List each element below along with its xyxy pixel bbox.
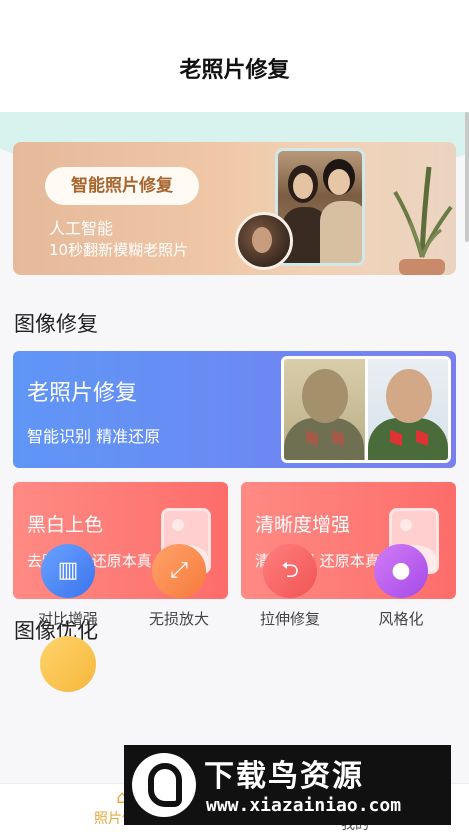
opt-contrast-label: 对比增强 — [37, 610, 98, 628]
watermark-logo-icon — [132, 753, 196, 817]
old-photo-subtitle: 智能识别 精准还原 — [27, 427, 161, 446]
enlarge-icon: ⤢ — [152, 544, 206, 598]
style-icon: ● — [374, 544, 428, 598]
opt-stretch[interactable]: ⮌ 拉伸修复 — [235, 544, 345, 629]
contrast-icon: ▥ — [41, 544, 95, 598]
banner-line-1: 人工智能 — [49, 219, 114, 238]
opt-style-label: 风格化 — [378, 610, 424, 628]
watermark-overlay: 下载鸟资源 www.xiazainiao.com — [124, 745, 451, 825]
opt-style[interactable]: ● 风格化 — [346, 544, 456, 629]
promo-banner[interactable]: 智能照片修复 人工智能 10秒翻新模糊老照片 — [13, 142, 456, 275]
watermark-url: www.xiazainiao.com — [206, 795, 402, 816]
clarity-title: 清晰度增强 — [255, 514, 351, 536]
page-title: 老照片修复 — [179, 58, 290, 83]
banner-line-2: 10秒翻新模糊老照片 — [49, 241, 189, 259]
colorize-title: 黑白上色 — [27, 514, 104, 536]
opt-enlarge-label: 无损放大 — [148, 610, 209, 628]
section-title-repair: 图像修复 — [14, 312, 98, 336]
star-feature-icon[interactable] — [40, 636, 96, 692]
banner-pill: 智能照片修复 — [45, 167, 199, 205]
stretch-icon: ⮌ — [263, 544, 317, 598]
main-content[interactable]: 智能照片修复 人工智能 10秒翻新模糊老照片 图像修复 老照片修复 智能识别 精… — [0, 112, 469, 835]
before-after-image — [281, 356, 451, 463]
old-photo-title: 老照片修复 — [27, 381, 138, 406]
opt-enlarge[interactable]: ⤢ 无损放大 — [124, 544, 234, 629]
opt-contrast[interactable]: ▥ 对比增强 — [13, 544, 123, 629]
plant-decoration — [393, 166, 453, 275]
app-header: 老照片修复 — [0, 0, 469, 112]
old-photo-repair-card[interactable]: 老照片修复 智能识别 精准还原 — [13, 351, 456, 468]
banner-old-photo-thumb — [235, 212, 293, 270]
opt-stretch-label: 拉伸修复 — [259, 610, 320, 628]
scrollbar[interactable] — [465, 112, 469, 242]
watermark-brand: 下载鸟资源 — [204, 759, 364, 794]
